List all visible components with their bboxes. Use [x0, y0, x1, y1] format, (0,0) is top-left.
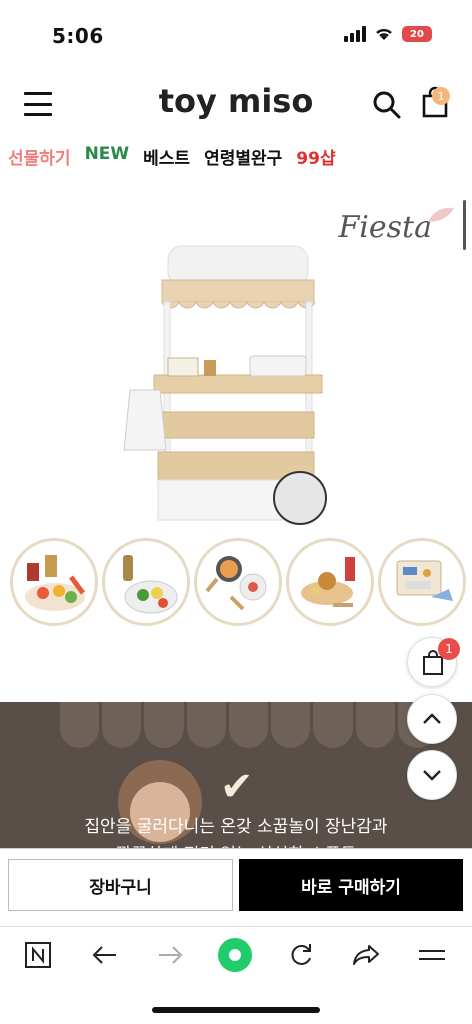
chevron-down-icon	[423, 770, 441, 781]
nav-best[interactable]: 베스트	[143, 144, 190, 169]
status-icons: 20	[344, 26, 432, 42]
arrow-left-icon	[92, 946, 116, 964]
scroll-down-button[interactable]	[407, 750, 457, 800]
menu-icon	[419, 950, 445, 960]
product-image[interactable]: Fiesta	[0, 190, 472, 530]
thumbnail-5[interactable]	[378, 538, 466, 626]
chevron-up-icon	[423, 713, 441, 724]
share-arrow-icon	[353, 945, 379, 965]
home-indicator	[152, 1007, 320, 1013]
check-icon: ✔	[220, 764, 254, 810]
arrow-right-icon	[159, 946, 183, 964]
refresh-button[interactable]	[283, 937, 319, 973]
thumbnail-1-image	[25, 555, 85, 611]
brand-mark: Fiesta	[338, 210, 432, 245]
wifi-icon	[376, 28, 392, 40]
thumbnail-2-image	[123, 555, 178, 614]
battery-level: 20	[410, 28, 424, 40]
floating-cart-badge: 1	[438, 638, 460, 660]
scroll-up-button[interactable]	[407, 694, 457, 744]
thumbnail-3[interactable]	[194, 538, 282, 626]
green-dot-button[interactable]	[217, 937, 253, 973]
thumbnail-4[interactable]	[286, 538, 374, 626]
promo-line-2: 깔끔하게 정리 없는 심심한 소품들	[0, 840, 472, 848]
status-bar: 5:06 20	[0, 0, 472, 70]
purchase-bar: 장바구니 바로 구매하기	[0, 848, 472, 926]
header: toy miso	[0, 78, 472, 134]
nav-new[interactable]: NEW	[85, 144, 130, 169]
thumbnail-2[interactable]	[102, 538, 190, 626]
naver-home-button[interactable]	[20, 937, 56, 973]
signal-icon	[344, 26, 366, 42]
thumbnail-4-image	[301, 557, 355, 607]
status-time: 5:06	[52, 24, 104, 48]
browser-menu-button[interactable]	[414, 937, 450, 973]
add-to-cart-button[interactable]: 장바구니	[8, 859, 233, 911]
thumbnail-1[interactable]	[10, 538, 98, 626]
refresh-icon	[291, 944, 311, 965]
market-stand-illustration	[123, 245, 327, 525]
promo-line-1: 집안을 굴러다니는 온갖 소꿉놀이 장난감과	[84, 817, 388, 837]
cart-count-badge: 1	[432, 87, 450, 105]
naver-n-icon	[25, 942, 51, 968]
nav-gift[interactable]: 선물하기	[8, 144, 71, 169]
share-button[interactable]	[348, 937, 384, 973]
nav-age-toys[interactable]: 연령별완구	[204, 144, 282, 169]
green-dot-icon	[218, 938, 252, 972]
scroll-indicator	[463, 200, 466, 250]
category-nav: 선물하기 NEW 베스트 연령별완구 99샵	[8, 144, 336, 169]
search-icon[interactable]	[372, 90, 402, 120]
back-button[interactable]	[87, 937, 123, 973]
forward-button[interactable]	[152, 937, 188, 973]
buy-now-button[interactable]: 바로 구매하기	[239, 859, 463, 911]
thumbnail-row	[10, 538, 466, 626]
battery-icon: 20	[402, 26, 432, 42]
browser-toolbar	[0, 926, 472, 986]
leaf-icon	[428, 207, 454, 222]
thumbnail-3-image	[205, 556, 267, 611]
nav-99shop[interactable]: 99샵	[296, 144, 335, 169]
thumbnail-5-image	[396, 560, 453, 601]
promo-banner: ✔ 집안을 굴러다니는 온갖 소꿉놀이 장난감과 깔끔하게 정리 없는 심심한 …	[0, 702, 472, 848]
